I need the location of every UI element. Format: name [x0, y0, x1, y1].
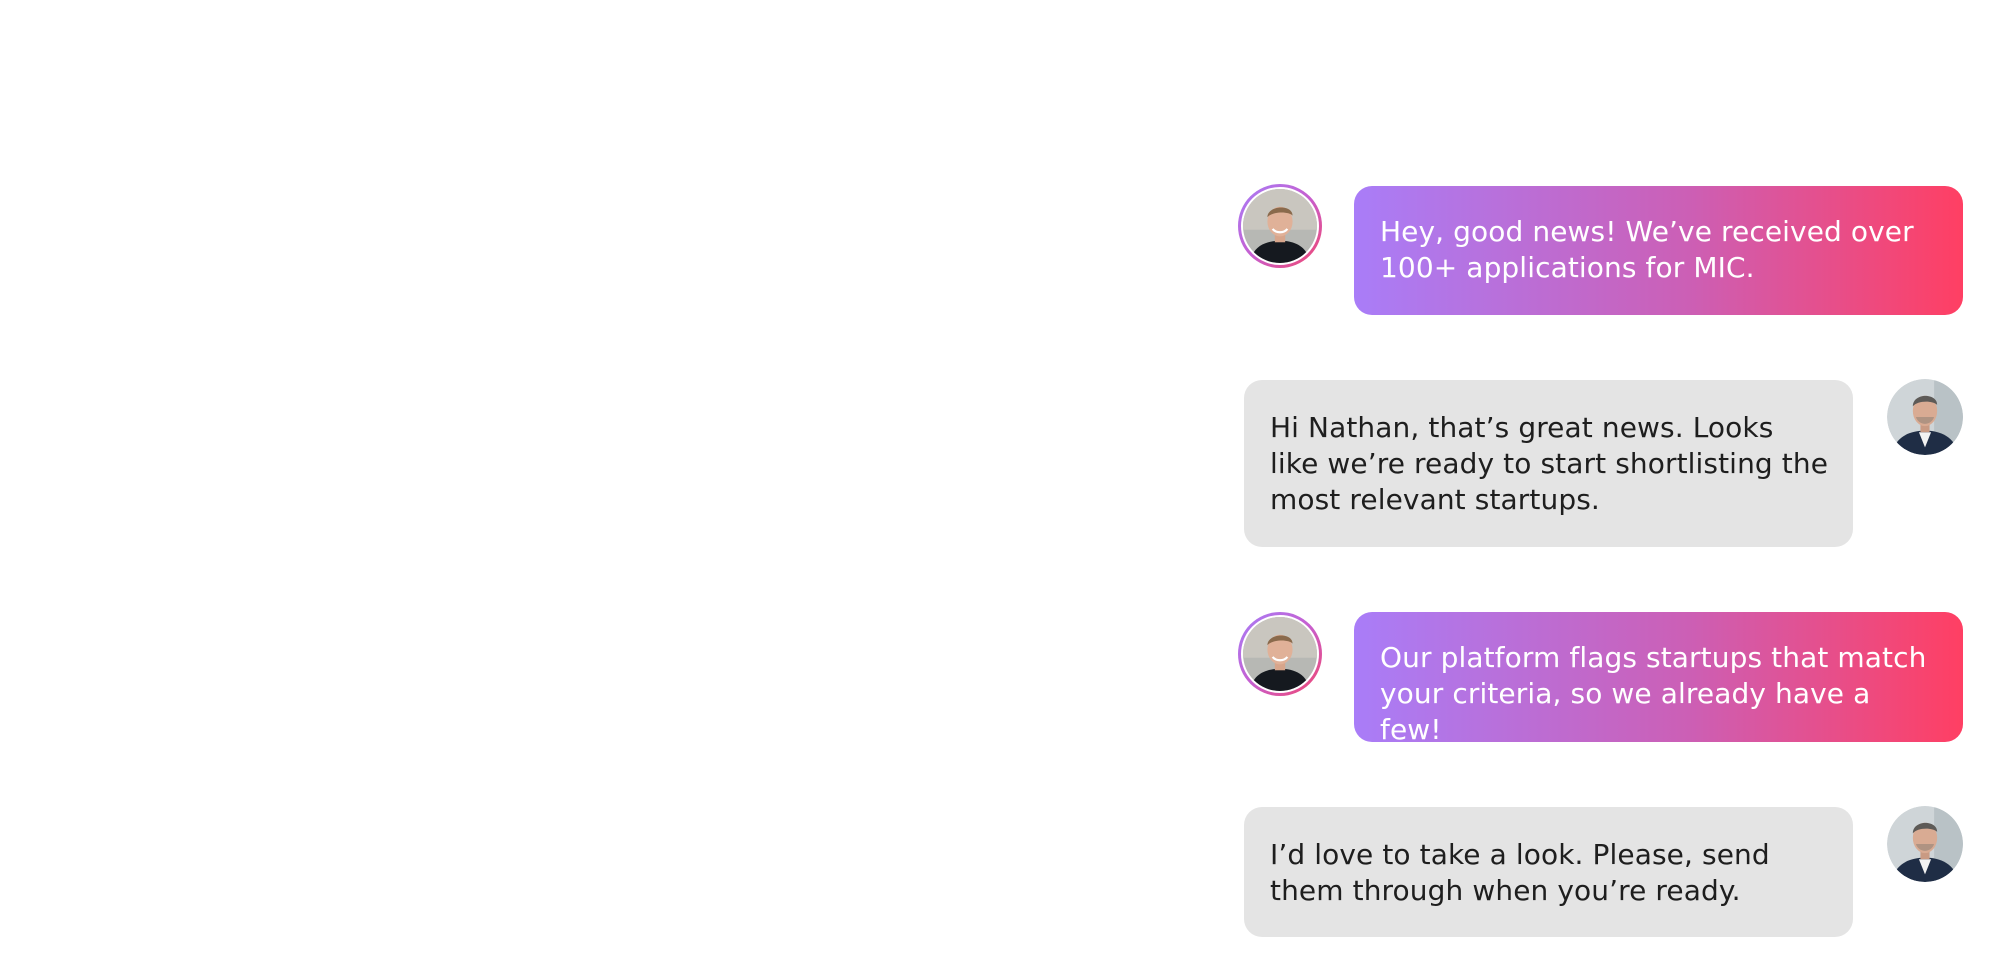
contact-avatar-icon[interactable]: [1887, 806, 1963, 882]
chat-thread: Hey, good news! We’ve received over 100+…: [0, 0, 2000, 960]
message-text: I’d love to take a look. Please, send th…: [1270, 838, 1770, 907]
message-bubble-received: I’d love to take a look. Please, send th…: [1244, 807, 1853, 937]
avatar-portrait: [1887, 806, 1963, 882]
message-row-received: I’d love to take a look. Please, send th…: [0, 0, 2000, 960]
